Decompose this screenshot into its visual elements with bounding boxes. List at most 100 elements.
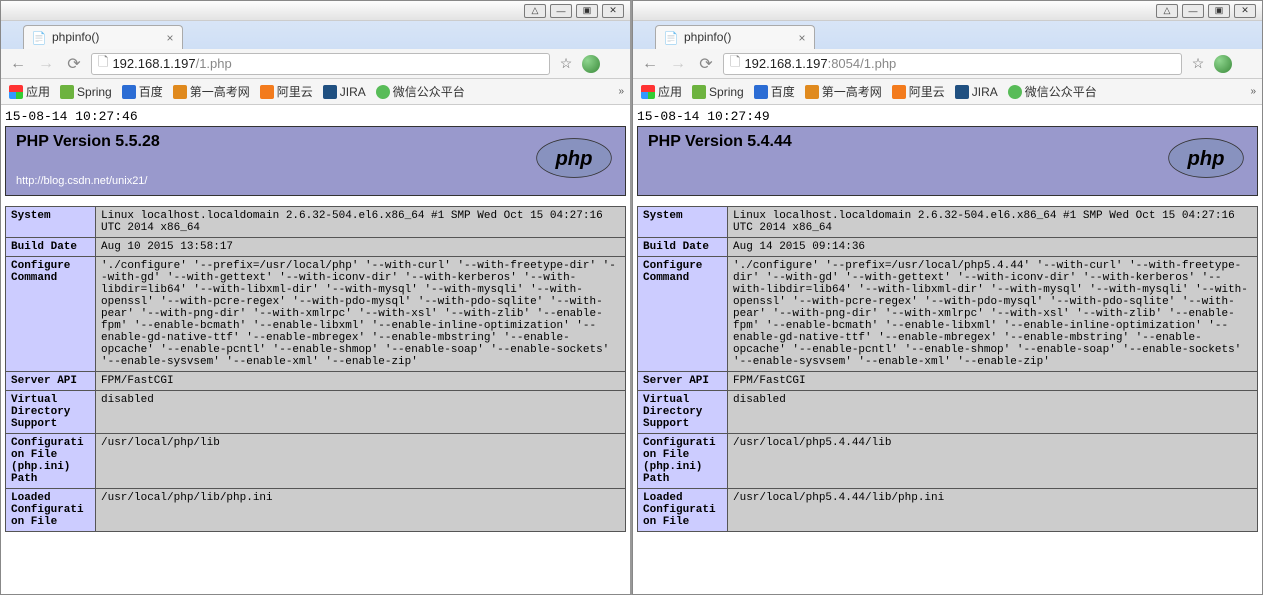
table-row: Configure Command'./configure' '--prefix… — [6, 257, 626, 372]
table-row: Build DateAug 10 2015 13:58:17 — [6, 238, 626, 257]
table-row: SystemLinux localhost.localdomain 2.6.32… — [6, 207, 626, 238]
back-button[interactable]: ← — [639, 53, 661, 75]
table-row: Configuration File (php.ini) Path/usr/lo… — [6, 434, 626, 489]
table-row: Loaded Configuration File/usr/local/php/… — [6, 489, 626, 532]
url-port: :8054 — [828, 56, 861, 71]
info-value: FPM/FastCGI — [96, 372, 626, 391]
info-key: Virtual Directory Support — [638, 391, 728, 434]
back-button[interactable]: ← — [7, 53, 29, 75]
bookmark-item[interactable]: 微信公众平台 — [376, 83, 465, 100]
minimize-button[interactable]: — — [550, 4, 572, 18]
bookmark-item[interactable]: JIRA — [955, 85, 998, 99]
info-key: Virtual Directory Support — [6, 391, 96, 434]
bookmark-item[interactable]: Spring — [60, 85, 112, 99]
info-key: System — [638, 207, 728, 238]
reload-button[interactable]: ⟳ — [63, 53, 85, 75]
info-value: './configure' '--prefix=/usr/local/php5.… — [728, 257, 1258, 372]
bookmark-item[interactable]: 第一高考网 — [805, 83, 882, 100]
table-row: Virtual Directory Supportdisabled — [638, 391, 1258, 434]
svg-text:php: php — [554, 148, 592, 170]
menu-button[interactable] — [606, 54, 624, 74]
maximize-button[interactable]: ▣ — [576, 4, 598, 18]
bookmark-item[interactable]: 第一高考网 — [173, 83, 250, 100]
maximize-button[interactable]: ▣ — [1208, 4, 1230, 18]
info-key: Configure Command — [6, 257, 96, 372]
php-logo-icon: php — [535, 137, 613, 179]
globe-icon[interactable] — [1214, 55, 1232, 73]
address-bar[interactable]: 🗋 192.168.1.197:8054/1.php — [723, 53, 1182, 75]
bookmark-item[interactable]: 阿里云 — [260, 83, 313, 100]
toolbar: ← → ⟳ 🗋 192.168.1.197:8054/1.php ☆ — [633, 49, 1262, 79]
globe-icon[interactable] — [582, 55, 600, 73]
browser-tab[interactable]: 📄 phpinfo() × — [23, 25, 183, 49]
table-row: Server APIFPM/FastCGI — [6, 372, 626, 391]
php-version: PHP Version 5.4.44 — [648, 133, 1247, 151]
info-key: Server API — [638, 372, 728, 391]
bookmark-item[interactable]: 微信公众平台 — [1008, 83, 1097, 100]
favicon-icon: 📄 — [32, 31, 46, 45]
overflow-button[interactable]: » — [1250, 86, 1256, 97]
info-key: System — [6, 207, 96, 238]
info-value: Linux localhost.localdomain 2.6.32-504.e… — [728, 207, 1258, 238]
info-key: Build Date — [638, 238, 728, 257]
table-row: Configuration File (php.ini) Path/usr/lo… — [638, 434, 1258, 489]
apps-button[interactable]: 应用 — [641, 83, 682, 100]
tab-close-icon[interactable]: × — [164, 32, 176, 44]
table-row: Loaded Configuration File/usr/local/php5… — [638, 489, 1258, 532]
tab-close-icon[interactable]: × — [796, 32, 808, 44]
bookmarks-bar: 应用 Spring 百度 第一高考网 阿里云 JIRA 微信公众平台 » — [633, 79, 1262, 105]
bookmark-item[interactable]: 百度 — [754, 83, 795, 100]
user-button[interactable]: △ — [1156, 4, 1178, 18]
forward-button[interactable]: → — [667, 53, 689, 75]
tab-title: phpinfo() — [684, 30, 731, 44]
phpinfo-table: SystemLinux localhost.localdomain 2.6.32… — [637, 206, 1258, 532]
timestamp: 15-08-14 10:27:46 — [5, 107, 626, 126]
address-bar[interactable]: 🗋 192.168.1.197/1.php — [91, 53, 550, 75]
info-key: Loaded Configuration File — [6, 489, 96, 532]
info-value: Aug 10 2015 13:58:17 — [96, 238, 626, 257]
browser-tab[interactable]: 📄 phpinfo() × — [655, 25, 815, 49]
php-logo-icon: php — [1167, 137, 1245, 179]
info-value: /usr/local/php5.4.44/lib/php.ini — [728, 489, 1258, 532]
menu-button[interactable] — [1238, 54, 1256, 74]
bookmark-item[interactable]: JIRA — [323, 85, 366, 99]
url-host: 192.168.1.197 — [112, 56, 195, 71]
info-value: Aug 14 2015 09:14:36 — [728, 238, 1258, 257]
info-value: /usr/local/php/lib — [96, 434, 626, 489]
close-button[interactable]: ✕ — [602, 4, 624, 18]
overflow-button[interactable]: » — [618, 86, 624, 97]
titlebar: △ — ▣ ✕ — [1, 1, 630, 21]
browser-window-right: △ — ▣ ✕ 📄 phpinfo() × ← → ⟳ 🗋 192.168.1.… — [632, 0, 1263, 595]
titlebar: △ — ▣ ✕ — [633, 1, 1262, 21]
info-key: Configure Command — [638, 257, 728, 372]
tab-strip: 📄 phpinfo() × — [633, 21, 1262, 49]
bookmark-item[interactable]: 阿里云 — [892, 83, 945, 100]
star-button[interactable]: ☆ — [1188, 54, 1208, 74]
browser-window-left: △ — ▣ ✕ 📄 phpinfo() × ← → ⟳ 🗋 192.168.1.… — [0, 0, 632, 595]
table-row: Server APIFPM/FastCGI — [638, 372, 1258, 391]
star-button[interactable]: ☆ — [556, 54, 576, 74]
info-value: Linux localhost.localdomain 2.6.32-504.e… — [96, 207, 626, 238]
user-button[interactable]: △ — [524, 4, 546, 18]
forward-button[interactable]: → — [35, 53, 57, 75]
php-sublink: http://blog.csdn.net/unix21/ — [16, 175, 147, 187]
reload-button[interactable]: ⟳ — [695, 53, 717, 75]
php-version: PHP Version 5.5.28 — [16, 133, 615, 151]
minimize-button[interactable]: — — [1182, 4, 1204, 18]
bookmarks-bar: 应用 Spring 百度 第一高考网 阿里云 JIRA 微信公众平台 » — [1, 79, 630, 105]
timestamp: 15-08-14 10:27:49 — [637, 107, 1258, 126]
bookmark-item[interactable]: 百度 — [122, 83, 163, 100]
php-header: PHP Version 5.5.28 http://blog.csdn.net/… — [5, 126, 626, 196]
info-value: disabled — [96, 391, 626, 434]
info-value: /usr/local/php5.4.44/lib — [728, 434, 1258, 489]
page-content: 15-08-14 10:27:46 PHP Version 5.5.28 htt… — [1, 105, 630, 594]
favicon-icon: 📄 — [664, 31, 678, 45]
phpinfo-table: SystemLinux localhost.localdomain 2.6.32… — [5, 206, 626, 532]
tab-strip: 📄 phpinfo() × — [1, 21, 630, 49]
info-value: FPM/FastCGI — [728, 372, 1258, 391]
bookmark-item[interactable]: Spring — [692, 85, 744, 99]
apps-button[interactable]: 应用 — [9, 83, 50, 100]
close-button[interactable]: ✕ — [1234, 4, 1256, 18]
url-path: /1.php — [196, 56, 232, 71]
url-path: /1.php — [860, 56, 896, 71]
